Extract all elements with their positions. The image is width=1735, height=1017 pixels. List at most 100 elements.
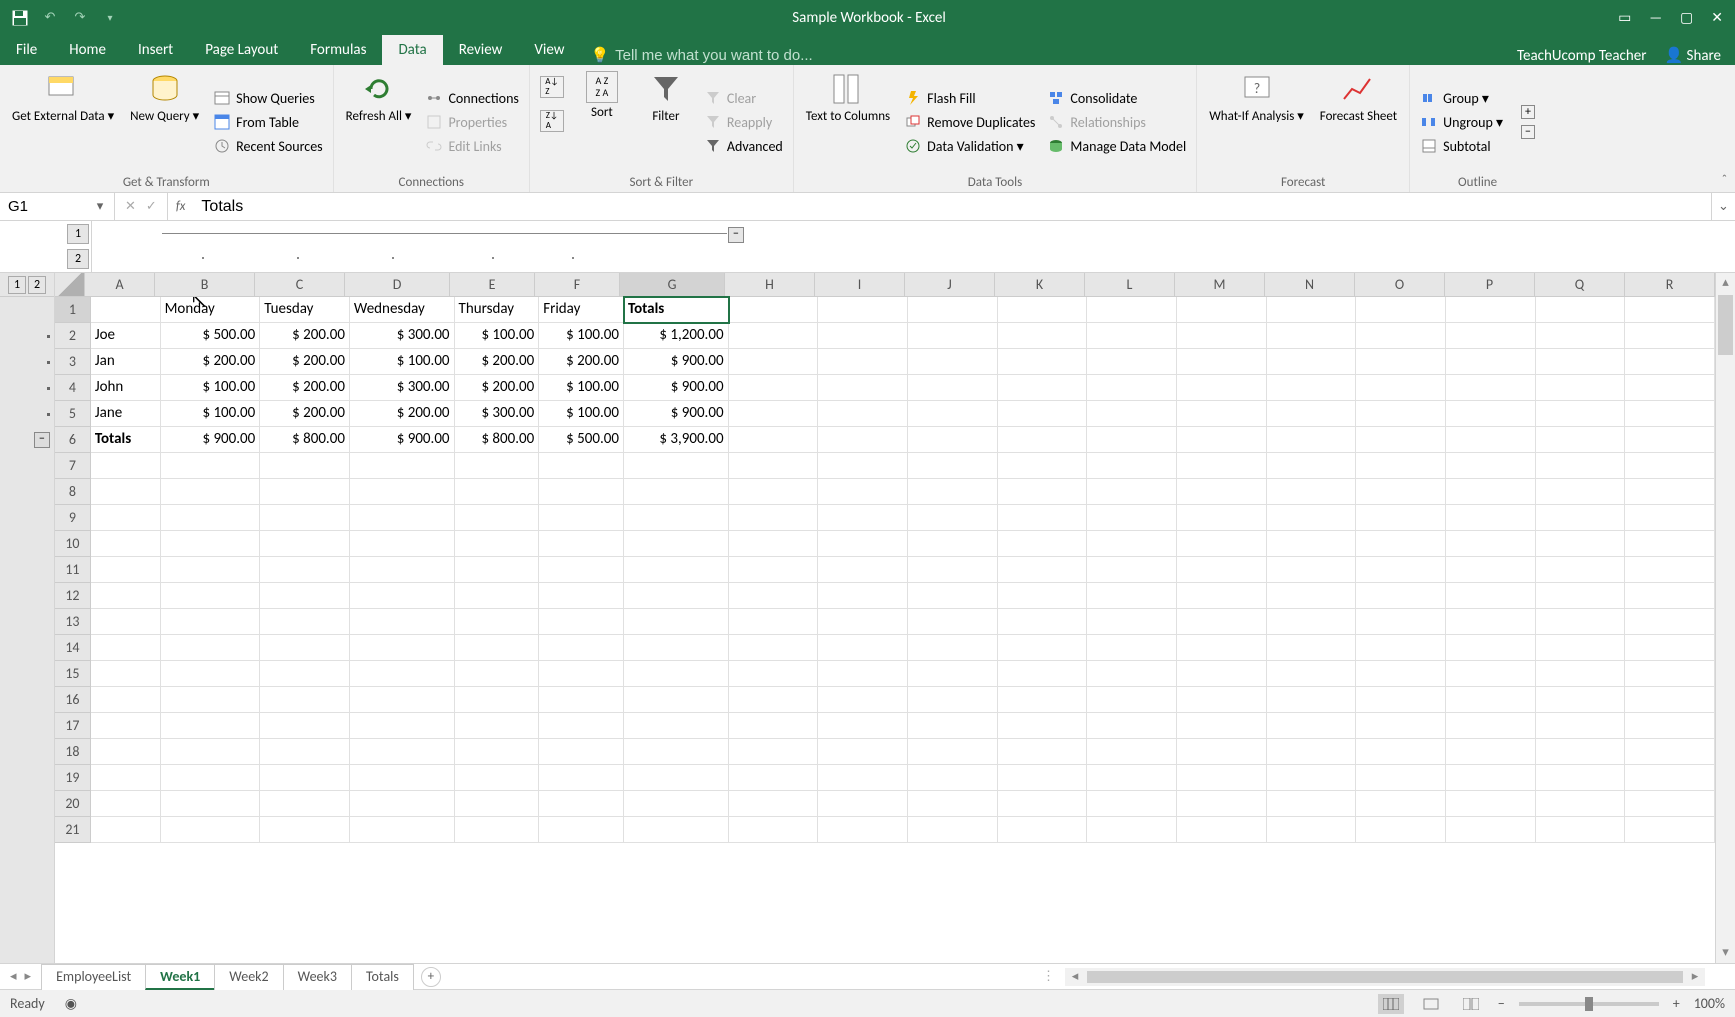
- cell[interactable]: [1446, 661, 1536, 687]
- cell[interactable]: [91, 817, 161, 843]
- cell[interactable]: Thursday: [455, 297, 540, 323]
- row-header[interactable]: 6: [55, 427, 91, 453]
- cell[interactable]: [1087, 375, 1177, 401]
- cell[interactable]: [161, 817, 261, 843]
- cell[interactable]: [729, 713, 819, 739]
- connections-button[interactable]: Connections: [423, 88, 520, 108]
- cell[interactable]: [455, 453, 540, 479]
- cell[interactable]: [1356, 531, 1446, 557]
- col-outline-collapse[interactable]: −: [728, 227, 744, 243]
- sheet-tab[interactable]: Week2: [214, 964, 283, 990]
- cell[interactable]: [350, 817, 455, 843]
- cell[interactable]: [1536, 817, 1626, 843]
- cell[interactable]: [1536, 505, 1626, 531]
- cell[interactable]: [350, 479, 455, 505]
- cell[interactable]: [539, 453, 624, 479]
- cell[interactable]: [1446, 765, 1536, 791]
- cell[interactable]: [91, 453, 161, 479]
- cell[interactable]: [908, 453, 998, 479]
- cell[interactable]: [1625, 375, 1715, 401]
- cell[interactable]: [1446, 323, 1536, 349]
- cell[interactable]: [1356, 401, 1446, 427]
- cell[interactable]: [624, 765, 729, 791]
- get-external-data-button[interactable]: Get External Data ▾: [8, 69, 118, 175]
- cell[interactable]: [1625, 713, 1715, 739]
- cell[interactable]: [624, 479, 729, 505]
- cell[interactable]: [908, 479, 998, 505]
- close-icon[interactable]: ✕: [1711, 9, 1723, 26]
- cell[interactable]: [729, 817, 819, 843]
- cell[interactable]: $ 200.00: [455, 349, 540, 375]
- cell[interactable]: [1446, 375, 1536, 401]
- cell[interactable]: $ 200.00: [260, 401, 350, 427]
- cell[interactable]: [1177, 505, 1267, 531]
- row-header[interactable]: 17: [55, 713, 91, 739]
- cell[interactable]: [1356, 687, 1446, 713]
- cell[interactable]: [1536, 661, 1626, 687]
- maximize-icon[interactable]: ▢: [1680, 9, 1693, 26]
- tab-view[interactable]: View: [518, 35, 580, 65]
- cell[interactable]: [998, 531, 1088, 557]
- cell[interactable]: [455, 791, 540, 817]
- row-header[interactable]: 8: [55, 479, 91, 505]
- file-tab[interactable]: File: [0, 35, 53, 65]
- cell[interactable]: [1087, 557, 1177, 583]
- cell[interactable]: [260, 531, 350, 557]
- share-button[interactable]: 👤 Share: [1664, 46, 1721, 65]
- row-header[interactable]: 9: [55, 505, 91, 531]
- cell[interactable]: [624, 453, 729, 479]
- cell[interactable]: [161, 661, 261, 687]
- cell[interactable]: [1356, 557, 1446, 583]
- cell[interactable]: [998, 453, 1088, 479]
- cell[interactable]: [1267, 609, 1357, 635]
- cell[interactable]: [91, 687, 161, 713]
- advanced-filter-button[interactable]: Advanced: [702, 136, 785, 156]
- cell[interactable]: [350, 505, 455, 531]
- cell[interactable]: [539, 557, 624, 583]
- cell[interactable]: [1267, 661, 1357, 687]
- cell[interactable]: [350, 713, 455, 739]
- cell[interactable]: [1446, 531, 1536, 557]
- cell[interactable]: [1087, 791, 1177, 817]
- name-box[interactable]: ▾: [0, 193, 115, 220]
- cell[interactable]: [1177, 531, 1267, 557]
- row-header[interactable]: 19: [55, 765, 91, 791]
- cell[interactable]: [91, 635, 161, 661]
- cell[interactable]: [1446, 739, 1536, 765]
- row-header[interactable]: 11: [55, 557, 91, 583]
- cell[interactable]: [908, 427, 998, 453]
- cell[interactable]: [998, 635, 1088, 661]
- cell[interactable]: [1625, 817, 1715, 843]
- tab-split-icon[interactable]: ⋮: [1042, 969, 1055, 984]
- cell[interactable]: [1087, 609, 1177, 635]
- cell[interactable]: [260, 635, 350, 661]
- cell[interactable]: [1356, 349, 1446, 375]
- collapse-ribbon-icon[interactable]: ˆ: [1722, 173, 1727, 188]
- cell[interactable]: [1446, 453, 1536, 479]
- cell[interactable]: $ 900.00: [161, 427, 261, 453]
- cell[interactable]: [908, 661, 998, 687]
- cell[interactable]: [998, 791, 1088, 817]
- cell[interactable]: $ 800.00: [260, 427, 350, 453]
- cell[interactable]: [1625, 427, 1715, 453]
- cell[interactable]: [624, 635, 729, 661]
- zoom-out-icon[interactable]: −: [1498, 995, 1505, 1012]
- cell[interactable]: [161, 583, 261, 609]
- filter-button[interactable]: Filter: [638, 69, 694, 175]
- scroll-down-icon[interactable]: ▾: [1716, 943, 1735, 963]
- cell[interactable]: [1625, 297, 1715, 323]
- cell[interactable]: [1625, 323, 1715, 349]
- cell[interactable]: $ 200.00: [260, 375, 350, 401]
- cell[interactable]: [539, 609, 624, 635]
- cell[interactable]: [1356, 375, 1446, 401]
- tab-review[interactable]: Review: [443, 35, 519, 65]
- cell[interactable]: [998, 583, 1088, 609]
- cell[interactable]: [539, 687, 624, 713]
- cell[interactable]: [908, 349, 998, 375]
- cell[interactable]: [818, 479, 908, 505]
- cell[interactable]: [1267, 349, 1357, 375]
- cell[interactable]: [260, 687, 350, 713]
- formula-input[interactable]: [193, 193, 1711, 220]
- cell[interactable]: [91, 609, 161, 635]
- cell[interactable]: $ 900.00: [624, 375, 729, 401]
